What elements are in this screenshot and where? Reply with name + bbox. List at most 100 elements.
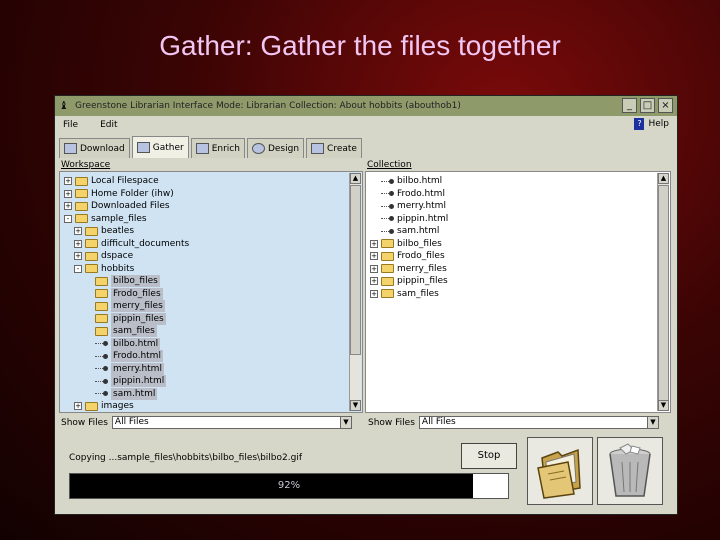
folder-icon [75, 189, 88, 198]
scroll-thumb[interactable] [350, 185, 361, 355]
status-message: Copying ...sample_files\hobbits\bilbo_fi… [69, 453, 302, 463]
tree-folder-row[interactable]: + pippin_files [370, 275, 448, 287]
tree-folder-row[interactable]: + difficult_documents [74, 238, 189, 250]
tree-item-label: hobbits [101, 263, 135, 274]
collection-scrollbar[interactable]: ▲ ▼ [657, 173, 669, 411]
file-icon [381, 189, 394, 198]
expand-toggle-icon[interactable]: + [64, 189, 72, 198]
tree-item-label: sam_files [111, 325, 157, 337]
folder-icon [95, 276, 108, 286]
tab-download[interactable]: Download [59, 138, 130, 158]
help-book-icon: ? [634, 118, 645, 130]
tree-folder-row[interactable]: + images [74, 400, 134, 412]
tree-item-label: merry.html [111, 362, 164, 375]
tab-enrich[interactable]: Enrich [190, 138, 245, 158]
select-value: All Files [114, 417, 149, 427]
maximize-button[interactable]: □ [640, 98, 655, 113]
tree-item-label: pippin.html [111, 375, 167, 387]
collection-label: Collection [367, 160, 412, 170]
tab-gather[interactable]: Gather [131, 136, 189, 158]
help-menu[interactable]: ? Help [634, 118, 669, 130]
workspace-show-files-select[interactable]: All Files ▼ [111, 416, 352, 429]
expand-toggle-icon[interactable]: + [74, 239, 82, 248]
scroll-down-button[interactable]: ▼ [350, 400, 361, 411]
expand-toggle-icon[interactable]: + [370, 252, 378, 260]
tree-file-row[interactable]: merry.html [370, 200, 446, 212]
tree-folder-row[interactable]: + Frodo_files [370, 250, 445, 262]
tree-item-label: sam_files [397, 288, 439, 299]
collapse-toggle-icon[interactable]: - [74, 264, 82, 273]
tree-folder-row[interactable]: sam_files [84, 325, 157, 337]
workspace-scrollbar[interactable]: ▲ ▼ [349, 173, 361, 411]
tree-item-label: beatles [101, 226, 135, 236]
tree-item-label: pippin_files [111, 312, 166, 325]
chevron-down-icon: ▼ [646, 417, 658, 428]
expand-toggle-icon[interactable]: + [74, 227, 82, 235]
tree-file-row[interactable]: Frodo.html [370, 188, 445, 200]
tree-folder-row[interactable]: bilbo_files [84, 275, 160, 287]
collapse-toggle-icon[interactable]: - [64, 214, 72, 223]
menu-file[interactable]: File [63, 120, 78, 130]
tab-label: Download [80, 143, 125, 154]
tree-file-row[interactable]: merry.html [84, 362, 164, 375]
tree-folder-row[interactable]: - sample_files [64, 213, 147, 225]
folder-icon [75, 214, 88, 223]
expand-toggle-icon[interactable]: + [370, 239, 378, 248]
expand-toggle-icon[interactable]: + [370, 264, 378, 273]
tree-file-row[interactable]: pippin.html [370, 213, 448, 225]
tree-item-label: merry_files [111, 300, 165, 312]
tree-folder-row[interactable]: pippin_files [84, 312, 166, 325]
minimize-button[interactable]: _ [622, 98, 637, 113]
collection-tree[interactable]: bilbo.html Frodo.html merry.html pippin.htm… [365, 171, 671, 413]
tree-folder-row[interactable]: + Local Filespace [64, 175, 159, 187]
tree-folder-row[interactable]: - hobbits [74, 263, 134, 275]
tree-file-row[interactable]: sam.html [370, 225, 439, 237]
tree-folder-row[interactable]: + bilbo_files [370, 238, 442, 250]
stop-button[interactable]: Stop [461, 443, 517, 469]
tree-file-row[interactable]: pippin.html [84, 375, 167, 387]
tree-item-label: bilbo.html [397, 176, 443, 186]
tree-item-label: merry_files [397, 263, 447, 274]
tab-design[interactable]: Design [246, 138, 305, 158]
tree-item-label: Frodo_files [111, 287, 163, 300]
tree-file-row[interactable]: bilbo.html [370, 175, 442, 187]
new-folder-button[interactable] [527, 437, 593, 505]
tree-folder-row[interactable]: + Home Folder (ihw) [64, 188, 174, 200]
chevron-down-icon: ▼ [339, 417, 351, 428]
tree-folder-row[interactable]: merry_files [84, 300, 165, 312]
workspace-tree[interactable]: + Local Filespace + Home Folder (ihw) + Downl… [59, 171, 363, 413]
tree-folder-row[interactable]: Frodo_files [84, 287, 163, 300]
tab-create[interactable]: Create [306, 138, 362, 158]
tree-folder-row[interactable]: + dspace [74, 250, 133, 262]
menu-bar: File Edit [55, 116, 677, 134]
close-button[interactable]: × [658, 98, 673, 113]
window-titlebar[interactable]: ♝ Greenstone Librarian Interface Mode: L… [55, 96, 677, 116]
expand-toggle-icon[interactable]: + [370, 289, 378, 298]
tab-label: Design [267, 143, 300, 154]
collection-show-files-select[interactable]: All Files ▼ [418, 416, 659, 429]
tree-item-label: images [101, 401, 134, 411]
scroll-thumb[interactable] [658, 185, 669, 401]
scroll-up-button[interactable]: ▲ [350, 173, 361, 184]
tree-file-row[interactable]: bilbo.html [84, 337, 161, 350]
tree-folder-row[interactable]: + Downloaded Files [64, 200, 170, 212]
expand-toggle-icon[interactable]: + [64, 202, 72, 210]
tree-folder-row[interactable]: + beatles [74, 225, 134, 237]
expand-toggle-icon[interactable]: + [74, 402, 82, 410]
tree-folder-row[interactable]: + sam_files [370, 288, 439, 300]
tab-bar: Download Gather Enrich Design Create [59, 136, 362, 158]
tree-folder-row[interactable]: + merry_files [370, 263, 447, 275]
scroll-down-button[interactable]: ▼ [658, 400, 669, 411]
scroll-up-button[interactable]: ▲ [658, 173, 669, 184]
menu-edit[interactable]: Edit [100, 120, 117, 130]
expand-toggle-icon[interactable]: + [64, 177, 72, 185]
expand-toggle-icon[interactable]: + [370, 277, 378, 285]
tree-file-row[interactable]: sam.html [84, 387, 158, 400]
tree-file-row[interactable]: Frodo.html [84, 350, 163, 362]
folder-icon [381, 289, 394, 298]
expand-toggle-icon[interactable]: + [74, 252, 82, 260]
window-controls: _ □ × [622, 98, 673, 113]
tree-item-label: merry.html [397, 201, 446, 211]
workspace-show-files: Show Files All Files ▼ [61, 416, 352, 429]
trash-button[interactable] [597, 437, 663, 505]
